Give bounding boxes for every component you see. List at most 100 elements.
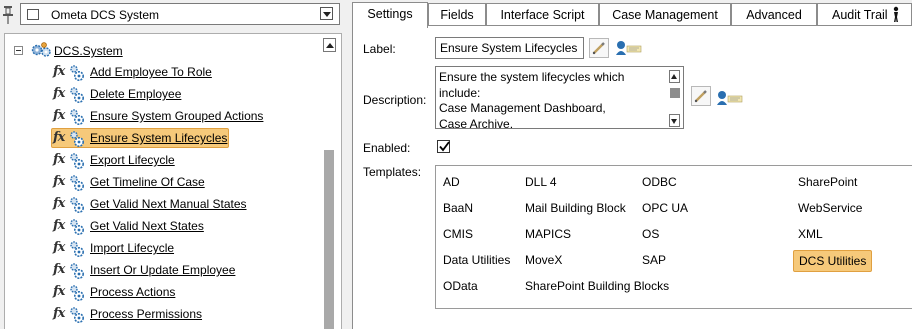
tree-item[interactable]: fx Process Permissions [51,305,291,325]
pen-icon [694,90,707,103]
template-item[interactable]: ODBC [637,172,682,194]
enabled-checkbox[interactable] [437,140,450,153]
settings-panel: Label: Ensure System Lifecycles Descript… [352,25,912,329]
template-item[interactable]: DCS Utilities [793,250,873,272]
tab-interface-script[interactable]: Interface Script [486,3,599,27]
tab-case-management[interactable]: Case Management [599,3,731,27]
tree-item-label: Ensure System Lifecycles [90,131,228,145]
tree-item[interactable]: fx Add Employee To Role [51,63,291,83]
template-item[interactable]: MoveX [520,250,567,272]
scroll-down-button[interactable] [669,114,680,127]
function-fx-icon: fx [53,152,65,167]
tab-advanced[interactable]: Advanced [731,3,817,27]
function-fx-icon: fx [53,174,65,189]
function-fx-icon: fx [53,218,65,233]
collapse-toggle[interactable] [14,46,23,55]
tree-item-label: Process Actions [90,285,176,299]
tab-audit-trail[interactable]: Audit Trail [817,3,912,27]
tree-item[interactable]: fx Ensure System Grouped Actions [51,107,291,127]
scroll-thumb[interactable] [324,150,334,329]
template-item[interactable]: CMIS [438,224,478,246]
tree-item[interactable]: fx Insert Or Update Employee [51,261,291,281]
template-item[interactable]: SharePoint [793,172,862,194]
template-item[interactable]: DLL 4 [520,172,562,194]
pin-icon[interactable] [3,6,13,24]
function-fx-icon: fx [53,64,65,79]
function-gear-icon [70,285,84,301]
template-item[interactable]: XML [793,224,828,246]
tree-item-label: Export Lifecycle [90,153,175,167]
translate-person-icon[interactable] [615,40,643,56]
function-fx-icon: fx [53,130,65,145]
function-gear-icon [70,87,84,103]
templates-caption: Templates: [363,165,422,179]
template-item[interactable]: AD [438,172,465,194]
tree-item-label: Import Lifecycle [90,241,175,255]
template-item[interactable]: MAPICS [520,224,576,246]
function-fx-icon: fx [53,196,65,211]
function-gear-icon [70,241,84,257]
tree-item-label: Ensure System Grouped Actions [90,109,264,123]
template-item[interactable]: OS [637,224,664,246]
system-bar: Ometa DCS System [0,0,344,30]
tree-item-label: Get Timeline Of Case [90,175,205,189]
enabled-caption: Enabled: [363,141,411,155]
tree-root-label[interactable]: DCS.System [54,44,123,58]
template-item[interactable]: SAP [637,250,671,272]
template-item[interactable]: Mail Building Block [520,198,631,220]
tree-item-label: Process Permissions [90,307,203,321]
tree-item[interactable]: fx Delete Employee [51,85,291,105]
function-fx-icon: fx [53,262,65,277]
translate-person-icon[interactable] [716,90,744,106]
template-item[interactable]: Data Utilities [438,250,515,272]
tab-fields[interactable]: Fields [428,3,486,27]
description-textarea[interactable]: Ensure the system lifecycles which inclu… [435,66,684,129]
function-gear-icon [70,263,84,279]
tree-scrollbar[interactable] [323,38,338,329]
pen-icon [592,42,605,55]
tab-settings[interactable]: Settings [352,2,428,28]
template-item[interactable]: OData [438,276,483,298]
audit-figure-icon [888,6,900,22]
function-gear-icon [70,307,84,323]
function-fx-icon: fx [53,108,65,123]
tree-item[interactable]: fx Get Valid Next Manual States [51,195,291,215]
function-gear-icon [70,197,84,213]
tree-item[interactable]: fx Process Actions [51,283,291,303]
function-gear-icon [70,65,84,81]
tree-item[interactable]: fx Get Valid Next States [51,217,291,237]
tree-item-label: Insert Or Update Employee [90,263,236,277]
tree-item[interactable]: fx Export Lifecycle [51,151,291,171]
scroll-up-button[interactable] [669,70,680,83]
template-item[interactable]: WebService [793,198,867,220]
edit-description-button[interactable] [691,86,711,106]
chevron-down-icon[interactable] [320,7,333,20]
templates-list: AD DLL 4 ODBC SharePoint BaaN Mail Building B… [435,165,912,309]
function-gear-icon [70,153,84,169]
tree-item-label: Get Valid Next Manual States [90,197,247,211]
function-fx-icon: fx [53,86,65,101]
label-input[interactable]: Ensure System Lifecycles [435,37,584,59]
template-item[interactable]: OPC UA [637,198,693,220]
properties-pane: Settings Fields Interface Script Case Manag… [352,0,912,329]
tree-item-label: Add Employee To Role [90,65,212,79]
template-item[interactable]: SharePoint Building Blocks [520,276,674,298]
scroll-thumb[interactable] [670,88,680,98]
system-gears-icon [31,42,51,57]
edit-label-button[interactable] [589,38,609,58]
explorer-pane: Ometa DCS System DCS.System fx Add Employ… [0,0,344,329]
tree-item[interactable]: fx Import Lifecycle [51,239,291,259]
tree-item[interactable]: fx Get Timeline Of Case [51,173,291,193]
check-icon [439,141,450,152]
function-gear-icon [70,175,84,191]
system-select[interactable]: Ometa DCS System [20,3,340,25]
function-tree: DCS.System fx Add Employee To Role fx Delet… [4,33,342,329]
system-select-value: Ometa DCS System [51,8,160,22]
scroll-up-button[interactable] [323,38,336,52]
tree-item[interactable]: fx Ensure System Lifecycles [51,128,291,149]
description-caption: Description: [363,93,427,107]
description-scrollbar[interactable] [668,68,682,127]
function-gear-icon [70,109,84,125]
template-item[interactable]: BaaN [438,198,478,220]
function-gear-icon [70,131,84,147]
